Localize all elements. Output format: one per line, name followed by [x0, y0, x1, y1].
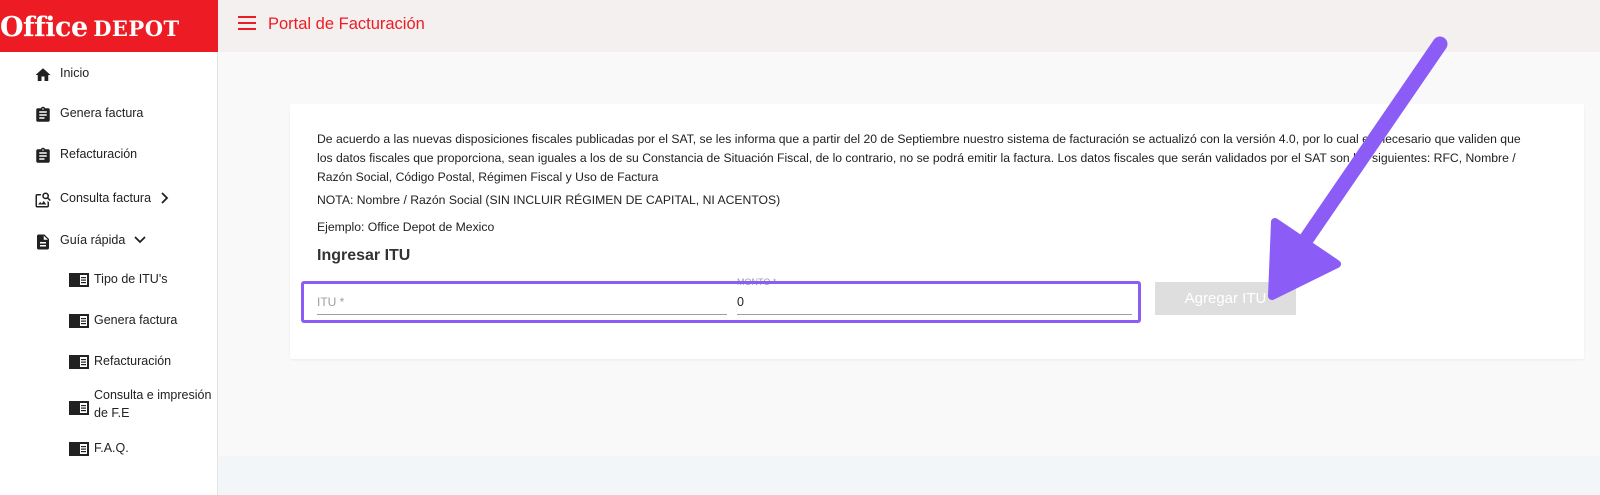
itu-card: De acuerdo a las nuevas disposiciones fi…	[290, 104, 1584, 359]
chevron-right-icon	[159, 191, 171, 205]
highlight-box	[301, 281, 1141, 323]
sat-notice: De acuerdo a las nuevas disposiciones fi…	[317, 132, 1521, 184]
section-title: Ingresar ITU	[317, 247, 411, 264]
sidebar-item-label: Refacturación	[60, 147, 138, 161]
page-title: Portal de Facturación	[268, 15, 425, 33]
nota-text: NOTA: Nombre / Razón Social (SIN INCLUIR…	[317, 193, 781, 207]
sidebar-subitem-tipo-itu[interactable]: Tipo de ITU's	[68, 270, 214, 289]
sidebar-subitem-label: Genera factura	[94, 313, 178, 327]
sidebar-item-label: Inicio	[60, 66, 90, 80]
sidebar-subitem-label: F.A.Q.	[94, 441, 129, 455]
sidebar-subitem-label: Consulta e impresión de F.E	[94, 388, 212, 420]
sidebar-subitem-label: Refacturación	[94, 354, 172, 368]
sidebar-subitem-refacturacion[interactable]: Refacturación	[68, 352, 214, 371]
sidebar-item-label: Consulta factura	[60, 191, 152, 205]
office-depot-logo[interactable]: Office DEPOT	[0, 0, 218, 52]
sidebar-item-inicio[interactable]: Inicio	[34, 66, 89, 84]
sidebar-item-guia-rapida[interactable]: Guía rápida	[34, 233, 147, 251]
chrome-reader-icon	[68, 271, 90, 289]
image-search-icon	[34, 191, 52, 209]
logo-text: Office DEPOT	[0, 12, 180, 43]
chrome-reader-icon	[68, 353, 90, 371]
document-icon	[34, 233, 52, 251]
sidebar-item-label: Genera factura	[60, 106, 144, 120]
chevron-down-icon	[133, 233, 147, 247]
sidebar: Inicio Genera factura Refacturación Cons…	[0, 52, 218, 495]
sidebar-subitem-consulta-impresion[interactable]: Consulta e impresión de F.E	[68, 386, 214, 422]
chrome-reader-icon	[68, 312, 90, 330]
home-icon	[34, 66, 52, 84]
ejemplo-text: Ejemplo: Office Depot de Mexico	[317, 220, 495, 234]
clipboard-icon	[34, 106, 52, 124]
sidebar-item-refacturacion[interactable]: Refacturación	[34, 147, 137, 165]
sidebar-subitem-label: Tipo de ITU's	[94, 272, 168, 286]
sidebar-subitem-genera-factura[interactable]: Genera factura	[68, 311, 214, 330]
chrome-reader-icon	[68, 440, 90, 458]
agregar-itu-button[interactable]: Agregar ITU	[1155, 282, 1296, 315]
sidebar-subitem-faq[interactable]: F.A.Q.	[68, 439, 214, 458]
clipboard-icon	[34, 147, 52, 165]
sidebar-item-genera-factura[interactable]: Genera factura	[34, 106, 143, 124]
hamburger-menu-icon[interactable]	[238, 16, 256, 32]
sidebar-item-consulta-factura[interactable]: Consulta factura	[34, 191, 171, 209]
top-bar: Portal de Facturación	[218, 0, 1600, 52]
sidebar-item-label: Guía rápida	[60, 233, 126, 247]
chrome-reader-icon	[68, 399, 90, 417]
